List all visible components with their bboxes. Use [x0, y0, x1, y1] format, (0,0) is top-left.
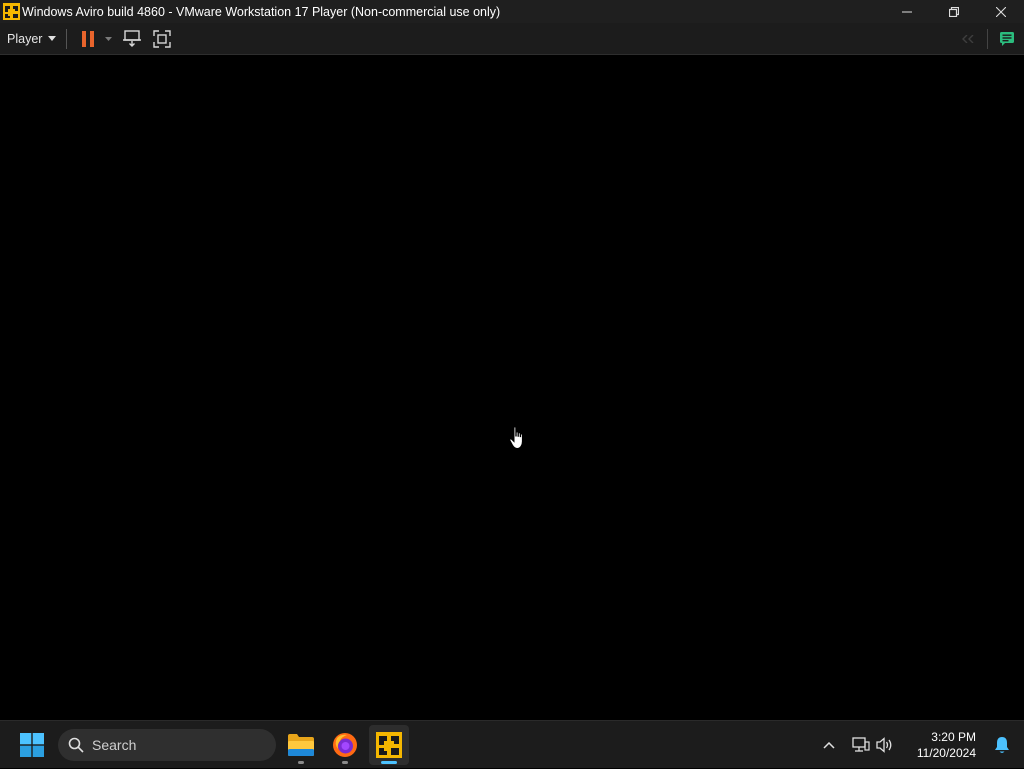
- minimize-icon: [901, 11, 912, 12]
- player-menu-label: Player: [7, 31, 43, 46]
- taskbar-firefox[interactable]: [325, 725, 365, 765]
- library-icon: [1000, 32, 1014, 46]
- running-indicator: [342, 761, 348, 764]
- player-menu-button[interactable]: Player: [0, 26, 62, 52]
- window-title: Windows Aviro build 4860 - VMware Workst…: [22, 4, 501, 19]
- window-title-bar: Windows Aviro build 4860 - VMware Workst…: [0, 0, 1024, 23]
- restore-button[interactable]: [930, 0, 977, 23]
- toolbar-separator: [66, 28, 68, 49]
- fullscreen-icon: [153, 29, 172, 48]
- pause-button[interactable]: [75, 26, 101, 52]
- close-icon: [995, 6, 1006, 17]
- network-icon: [852, 737, 870, 752]
- pause-icon: [82, 30, 95, 47]
- search-icon: [68, 737, 84, 753]
- show-hidden-icons-button[interactable]: [817, 733, 841, 757]
- windows-logo-icon: [20, 733, 44, 757]
- taskbar-search[interactable]: [58, 729, 276, 761]
- volume-button[interactable]: [873, 733, 897, 757]
- speaker-icon: [876, 737, 892, 753]
- library-button[interactable]: [994, 26, 1020, 52]
- chevron-down-icon: [48, 36, 57, 41]
- close-button[interactable]: [977, 0, 1024, 23]
- notifications-button[interactable]: [990, 733, 1014, 757]
- clock[interactable]: 3:20 PM 11/20/2024: [917, 729, 976, 761]
- firefox-icon: [333, 733, 357, 757]
- power-options-dropdown[interactable]: [101, 26, 115, 52]
- vmware-app-icon: [3, 3, 20, 20]
- restore-icon: [948, 6, 959, 17]
- toolbar-separator: [987, 29, 988, 49]
- vm-display[interactable]: [0, 56, 1024, 720]
- send-ctrl-alt-del-icon: [123, 30, 142, 47]
- taskbar: 3:20 PM 11/20/2024: [0, 720, 1024, 768]
- start-button[interactable]: [14, 727, 50, 763]
- taskbar-file-explorer[interactable]: [281, 725, 321, 765]
- running-indicator: [298, 761, 304, 764]
- send-ctrl-alt-del-button[interactable]: [119, 26, 145, 52]
- unity-button[interactable]: [955, 26, 981, 52]
- minimize-button[interactable]: [883, 0, 930, 23]
- hand-cursor-icon: [509, 426, 523, 450]
- vmware-toolbar: Player: [0, 23, 1024, 55]
- active-indicator: [381, 761, 397, 764]
- search-input[interactable]: [92, 737, 252, 753]
- clock-date: 11/20/2024: [916, 746, 976, 760]
- chevron-up-icon: [823, 741, 835, 749]
- chevron-down-icon: [104, 36, 112, 41]
- taskbar-vmware-player[interactable]: [369, 725, 409, 765]
- fullscreen-button[interactable]: [149, 26, 175, 52]
- network-button[interactable]: [849, 733, 873, 757]
- clock-time: 3:20 PM: [931, 730, 976, 744]
- vmware-app-icon: [376, 732, 402, 758]
- back-arrows-icon: [962, 35, 974, 43]
- bell-icon: [995, 737, 1009, 753]
- folder-icon: [288, 734, 314, 756]
- system-tray: 3:20 PM 11/20/2024: [817, 721, 1024, 769]
